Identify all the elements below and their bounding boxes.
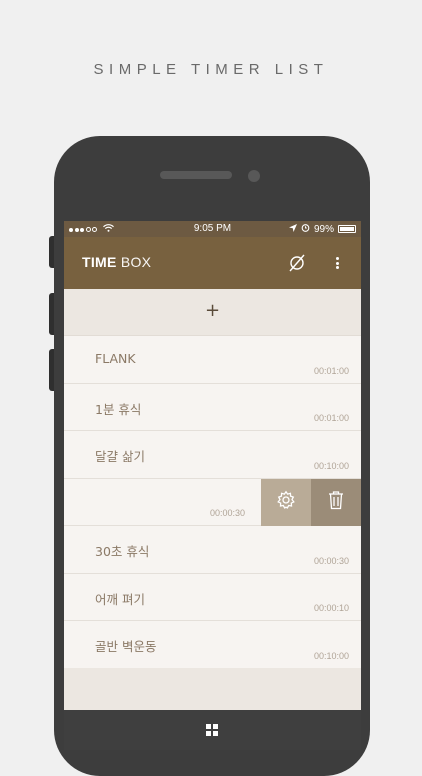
timer-duration: 00:10:00 — [313, 460, 349, 471]
timer-name: 달걀 삶기 — [95, 449, 145, 464]
timer-row[interactable]: 1분 휴식 00:01:00 — [64, 383, 361, 431]
add-icon: + — [204, 300, 221, 321]
trash-icon — [328, 490, 344, 514]
timer-row-swiped[interactable]: 00:00:30 — [64, 478, 361, 526]
timer-duration: 00:01:00 — [313, 365, 349, 376]
battery-icon — [338, 225, 356, 233]
timer-row[interactable]: 어깨 펴기 00:00:10 — [64, 573, 361, 621]
timer-name: 1분 휴식 — [95, 401, 142, 417]
location-icon — [288, 223, 297, 235]
timer-list: FLANK 00:01:00 1분 휴식 00:01:00 달걀 삶기 00:1… — [64, 336, 361, 669]
phone-speaker — [160, 171, 232, 179]
grid-icon[interactable] — [206, 724, 218, 736]
phone-camera — [248, 170, 260, 182]
timer-name: FLANK — [95, 351, 136, 366]
timer-duration: 00:00:30 — [209, 508, 245, 518]
app-title-bold: TIME — [82, 254, 117, 270]
add-timer-button[interactable]: + — [64, 289, 361, 336]
timer-duration: 00:00:10 — [313, 603, 349, 613]
timer-duration: 00:00:30 — [313, 555, 349, 566]
promo-caption: SIMPLE TIMER LIST — [93, 61, 329, 78]
alarm-icon — [301, 223, 310, 235]
timer-duration: 00:01:00 — [313, 413, 349, 423]
timer-name: 30초 휴식 — [95, 544, 150, 559]
battery-label: 99% — [313, 223, 334, 235]
timer-row[interactable]: 골반 벽운동 00:10:00 — [64, 621, 361, 669]
timer-row[interactable]: 달걀 삶기 00:10:00 — [64, 431, 361, 479]
timer-duration: 00:10:00 — [313, 650, 349, 661]
app-bar: TIME BOX — [64, 237, 361, 289]
overflow-menu-icon[interactable] — [332, 254, 342, 272]
status-bar: 9:05 PM 99% — [64, 221, 361, 237]
app-screen: 9:05 PM 99% TIME BOX + FLANK 00:01:00 1분… — [64, 221, 361, 750]
no-alarm-icon[interactable] — [288, 253, 306, 277]
timer-name: 골반 벽운동 — [95, 639, 157, 654]
timer-name: 어깨 펴기 — [95, 591, 145, 607]
timer-row[interactable]: FLANK 00:01:00 — [64, 336, 361, 384]
app-title: TIME BOX — [82, 254, 151, 270]
app-title-light: BOX — [120, 254, 152, 270]
bottom-bar — [64, 710, 361, 750]
timer-delete-button[interactable] — [311, 478, 361, 526]
list-empty-area — [64, 668, 361, 710]
timer-settings-button[interactable] — [261, 478, 311, 526]
gear-icon — [276, 490, 296, 514]
status-right: 99% — [288, 223, 356, 235]
timer-row[interactable]: 30초 휴식 00:00:30 — [64, 526, 361, 574]
